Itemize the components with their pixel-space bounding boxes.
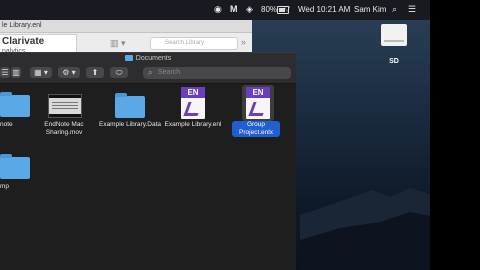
doc-badge: EN <box>181 87 205 98</box>
file-label: mp <box>0 183 10 190</box>
desktop: ◉ M ◈ 80% ⌔ Wed 10:21 AM Sam Kim ⌕ ☰ le … <box>0 0 430 270</box>
window-title: le Library.enl <box>2 22 42 29</box>
library-search-input[interactable]: Search Library <box>150 37 238 50</box>
search-icon[interactable]: ⌕ <box>392 5 397 14</box>
folder-icon <box>115 93 145 118</box>
file-label: Group Project.enlx <box>232 121 280 137</box>
search-icon: ⌕ <box>148 68 153 77</box>
action-button[interactable]: ⚙ ▾ <box>58 67 80 78</box>
drive-label[interactable]: SD <box>380 58 408 65</box>
hide-icon[interactable]: ◈ <box>246 5 253 14</box>
window-title-bar: le Library.enl <box>0 20 252 33</box>
battery-percent: 80% <box>261 5 278 14</box>
finder-window: Documents ☰ ▥ ▦ ▾ ⚙ ▾ ⬆ ⬭ ⌕ Search note <box>0 52 296 270</box>
user-name[interactable]: Sam Kim <box>354 5 386 14</box>
search-placeholder: Search Library <box>165 40 205 46</box>
endnote-mark <box>248 102 268 116</box>
finder-search-input[interactable]: ⌕ Search <box>143 67 291 79</box>
view-columns-button[interactable]: ▥ <box>11 67 21 78</box>
file-label: Example Library.Data <box>98 121 162 128</box>
finder-title-text: Documents <box>135 55 172 62</box>
endnote-document-icon: EN <box>181 87 205 119</box>
layout-toggle-icon[interactable]: ▥ ▾ <box>110 38 126 49</box>
drive-slot <box>384 40 404 42</box>
finder-title: Documents <box>0 55 296 62</box>
frame-line <box>52 108 78 109</box>
drive-body <box>381 24 407 46</box>
finder-toolbar: Documents ☰ ▥ ▦ ▾ ⚙ ▾ ⬆ ⬭ ⌕ Search <box>0 53 296 84</box>
view-list-button[interactable]: ☰ <box>0 67 10 78</box>
folder-icon <box>0 154 30 179</box>
frame-line <box>52 105 78 106</box>
frame-line <box>52 102 78 103</box>
more-button[interactable]: » <box>241 37 246 47</box>
m-app-icon[interactable]: M <box>230 5 238 14</box>
file-label: EndNote Mac Sharing.mov <box>44 121 84 136</box>
menu-list-icon[interactable]: ☰ <box>408 5 416 14</box>
file-label: Example Library.enl <box>164 121 222 128</box>
folder-icon <box>124 55 133 61</box>
share-button[interactable]: ⬆ <box>86 67 104 78</box>
folder-icon <box>0 92 30 117</box>
doc-badge: EN <box>246 87 270 98</box>
movie-thumbnail-icon <box>48 94 82 118</box>
file-label: note <box>0 121 13 128</box>
clock[interactable]: Wed 10:21 AM <box>298 5 350 14</box>
brand-name: Clarivate <box>2 36 45 47</box>
endnote-document-icon: EN <box>246 87 270 119</box>
sd-drive-icon[interactable] <box>381 24 407 48</box>
video-frame <box>49 98 81 114</box>
endnote-mark <box>183 102 203 116</box>
menu-bar: ◉ M ◈ 80% ⌔ Wed 10:21 AM Sam Kim ⌕ ☰ <box>0 0 430 20</box>
screen-record-icon[interactable]: ◉ <box>214 5 222 14</box>
search-placeholder: Search <box>158 69 181 76</box>
group-button[interactable]: ▦ ▾ <box>30 67 52 78</box>
tag-button[interactable]: ⬭ <box>110 67 128 78</box>
wifi-icon[interactable]: ⌔ <box>283 5 291 14</box>
